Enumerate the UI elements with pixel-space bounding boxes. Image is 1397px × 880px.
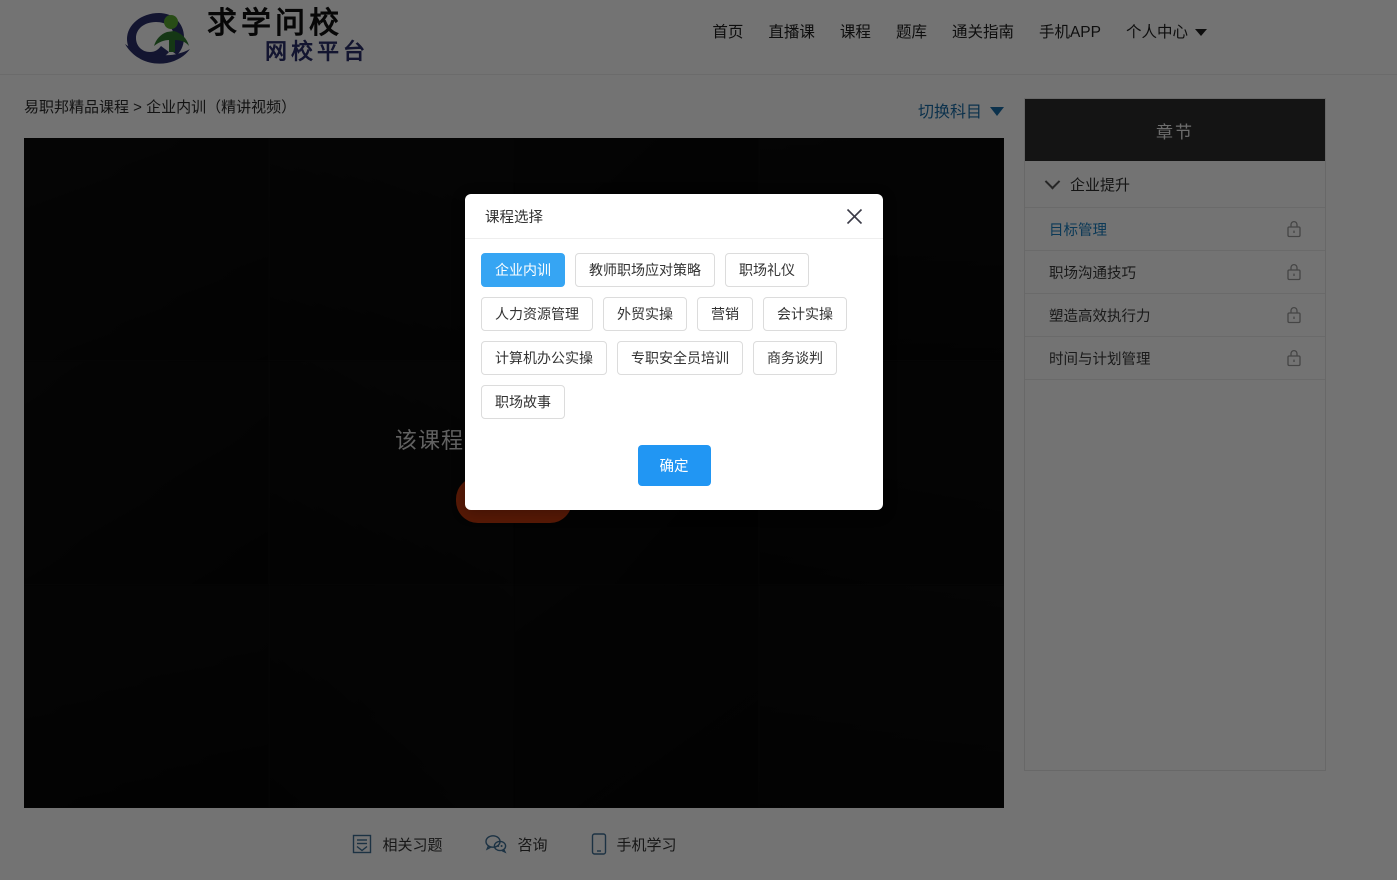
course-chip-kuaijishicao[interactable]: 会计实操 (763, 297, 847, 331)
course-chip-yingxiao[interactable]: 营销 (697, 297, 753, 331)
course-chip-jisuanjibangong[interactable]: 计算机办公实操 (481, 341, 607, 375)
course-chip-anquanyuanpeixun[interactable]: 专职安全员培训 (617, 341, 743, 375)
course-chip-jiaoshizhichang[interactable]: 教师职场应对策略 (575, 253, 715, 287)
confirm-button[interactable]: 确定 (638, 445, 711, 486)
course-chip-zhichanggushi[interactable]: 职场故事 (481, 385, 565, 419)
course-chip-row: 计算机办公实操 专职安全员培训 商务谈判 (481, 341, 867, 375)
course-chip-row: 人力资源管理 外贸实操 营销 会计实操 (481, 297, 867, 331)
course-chip-shangwutanpan[interactable]: 商务谈判 (753, 341, 837, 375)
course-chip-zhichangliyi[interactable]: 职场礼仪 (725, 253, 809, 287)
course-chip-group: 企业内训 教师职场应对策略 职场礼仪 人力资源管理 外贸实操 营销 会计实操 计… (481, 253, 867, 419)
course-chip-row: 企业内训 教师职场应对策略 职场礼仪 (481, 253, 867, 287)
close-icon[interactable] (841, 203, 867, 229)
close-x-glyph (846, 208, 863, 225)
modal-header: 课程选择 (465, 194, 883, 239)
course-chip-renliziyuan[interactable]: 人力资源管理 (481, 297, 593, 331)
course-selection-modal: 课程选择 企业内训 教师职场应对策略 职场礼仪 人力资源管理 外贸实操 营销 (465, 194, 883, 510)
course-chip-waimaoshicao[interactable]: 外贸实操 (603, 297, 687, 331)
course-chip-qiyeneixun[interactable]: 企业内训 (481, 253, 565, 287)
page-root: 求学问校 网校平台 首页 直播课 课程 题库 通关指南 手机APP 个人中心 易… (0, 0, 1397, 880)
modal-body: 企业内训 教师职场应对策略 职场礼仪 人力资源管理 外贸实操 营销 会计实操 计… (465, 239, 883, 510)
course-chip-row: 职场故事 (481, 385, 867, 419)
modal-footer: 确定 (481, 419, 867, 510)
modal-title: 课程选择 (485, 206, 543, 227)
